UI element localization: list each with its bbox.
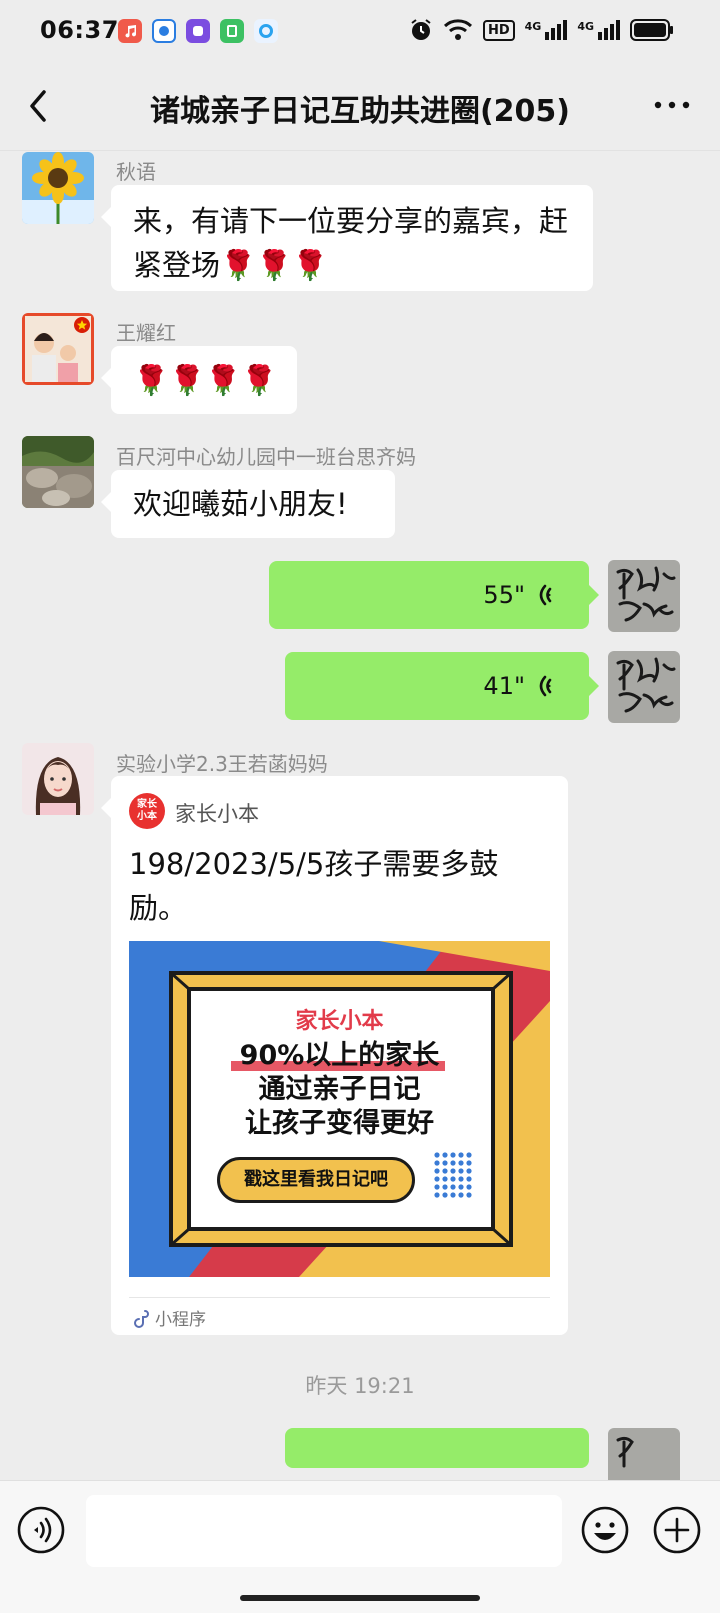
miniprogram-title: 198/2023/5/5孩子需要多鼓 励。 xyxy=(129,842,498,930)
family-photo-avatar-image xyxy=(22,313,94,385)
message-text: 来，有请下一位要分享的嘉宾，赶 xyxy=(133,204,569,238)
message-text: 🌹🌹🌹🌹 xyxy=(133,363,278,397)
signal-icon-2: 4G xyxy=(577,20,620,40)
poster-headline: 90%以上的家长 通过亲子日记 让孩子变得更好 xyxy=(129,1039,550,1141)
network-type-label: 4G xyxy=(577,20,594,33)
avatar[interactable] xyxy=(22,436,94,508)
miniprogram-footer: 小程序 xyxy=(133,1305,206,1330)
logo-text: 家长 xyxy=(137,799,157,810)
battery-icon xyxy=(630,19,673,41)
home-indicator[interactable] xyxy=(240,1595,480,1601)
avatar[interactable] xyxy=(22,152,94,224)
more-icon xyxy=(654,101,690,109)
rocks-avatar-image xyxy=(22,436,94,508)
signal-icon-1: 4G xyxy=(525,20,568,40)
message-text: 欢迎曦茹小朋友! xyxy=(133,487,348,521)
hd-icon: HD xyxy=(482,19,515,41)
footer-label: 小程序 xyxy=(155,1310,206,1330)
partial-message-bubble[interactable] xyxy=(285,1428,589,1468)
logo-text: 小本 xyxy=(137,811,157,822)
my-avatar[interactable] xyxy=(608,651,680,723)
emoji-icon xyxy=(581,1506,629,1554)
back-button[interactable] xyxy=(20,84,60,128)
message-text: 紧登场🌹🌹🌹 xyxy=(133,248,329,282)
chat-title: 诸城亲子日记互助共进圈(205) xyxy=(149,94,571,129)
sender-name: 秋语 xyxy=(116,160,156,184)
plus-icon xyxy=(653,1506,701,1554)
sender-name: 百尺河中心幼儿园中一班台思齐妈 xyxy=(116,445,416,469)
message-input[interactable] xyxy=(86,1495,562,1567)
wifi-icon xyxy=(443,19,472,40)
phone-manager-icon xyxy=(220,19,244,43)
alarm-icon xyxy=(411,19,431,40)
voice-duration: 41" xyxy=(483,672,525,700)
miniprogram-card[interactable]: 家长 小本 家长小本 198/2023/5/5孩子需要多鼓 励。 家长小本 90… xyxy=(101,776,568,1335)
poster-line: 通过亲子日记 xyxy=(258,1074,421,1105)
calligraphy-avatar-image xyxy=(608,651,680,723)
input-bar xyxy=(0,1480,720,1613)
voice-input-button[interactable] xyxy=(16,1505,66,1555)
message-bubble[interactable]: 来，有请下一位要分享的嘉宾，赶 紧登场🌹🌹🌹 xyxy=(101,185,593,291)
more-button[interactable] xyxy=(652,90,692,120)
status-time: 06:37 xyxy=(40,16,119,44)
woman-portrait-avatar-image xyxy=(22,743,94,815)
voice-duration: 55" xyxy=(483,581,525,609)
message-list[interactable]: 秋语 来，有请下一位要分享的嘉宾，赶 紧登场🌹🌹🌹 王耀红 🌹🌹🌹🌹 百尺河中心… xyxy=(0,150,720,1480)
calligraphy-avatar-image xyxy=(608,560,680,632)
chat-header: 诸城亲子日记互助共进圈(205) xyxy=(0,64,720,151)
network-type-label: 4G xyxy=(524,20,542,33)
cloud-app-icon xyxy=(254,19,278,43)
chevron-left-icon xyxy=(30,90,46,122)
sender-name: 实验小学2.3王若菡妈妈 xyxy=(116,752,328,776)
browser-app-icon xyxy=(152,19,176,43)
avatar[interactable] xyxy=(22,313,94,385)
my-avatar[interactable] xyxy=(608,1428,680,1480)
music-app-icon xyxy=(118,19,142,43)
miniprogram-poster: 家长小本 90%以上的家长 通过亲子日记 让孩子变得更好 戳这里看我日记吧 xyxy=(129,941,550,1277)
voice-message-bubble[interactable]: 41" xyxy=(285,652,599,720)
voice-icon xyxy=(17,1506,65,1554)
miniprogram-logo: 家长 小本 xyxy=(129,793,165,829)
poster-line: 让孩子变得更好 xyxy=(245,1108,434,1139)
miniprogram-name: 家长小本 xyxy=(175,802,259,826)
card-divider xyxy=(129,1297,550,1298)
system-icons: HD 4G 4G xyxy=(409,18,674,42)
my-avatar[interactable] xyxy=(608,560,680,632)
link-icon xyxy=(134,1309,149,1328)
sunflower-avatar-image xyxy=(22,152,94,224)
emoji-button[interactable] xyxy=(580,1505,630,1555)
status-bar: 06:37 HD 4G 4G xyxy=(0,0,720,64)
title-line: 198/2023/5/5孩子需要多鼓 xyxy=(129,847,499,881)
avatar[interactable] xyxy=(22,743,94,815)
message-bubble[interactable]: 欢迎曦茹小朋友! xyxy=(101,470,395,538)
notification-icons xyxy=(118,19,278,43)
poster-line: 90%以上的家长 xyxy=(239,1040,440,1071)
voice-message-bubble[interactable]: 55" xyxy=(269,561,599,629)
sender-name: 王耀红 xyxy=(116,321,176,345)
video-app-icon xyxy=(186,19,210,43)
poster-brand: 家长小本 xyxy=(295,1009,384,1034)
voice-wave-icon xyxy=(539,584,552,606)
message-timestamp: 昨天 19:21 xyxy=(305,1374,415,1398)
poster-button: 戳这里看我日记吧 xyxy=(217,1157,415,1203)
calligraphy-avatar-image xyxy=(608,1428,680,1480)
voice-wave-icon xyxy=(539,675,552,697)
more-functions-button[interactable] xyxy=(652,1505,702,1555)
message-bubble[interactable]: 🌹🌹🌹🌹 xyxy=(101,346,297,414)
title-line: 励。 xyxy=(129,891,188,925)
